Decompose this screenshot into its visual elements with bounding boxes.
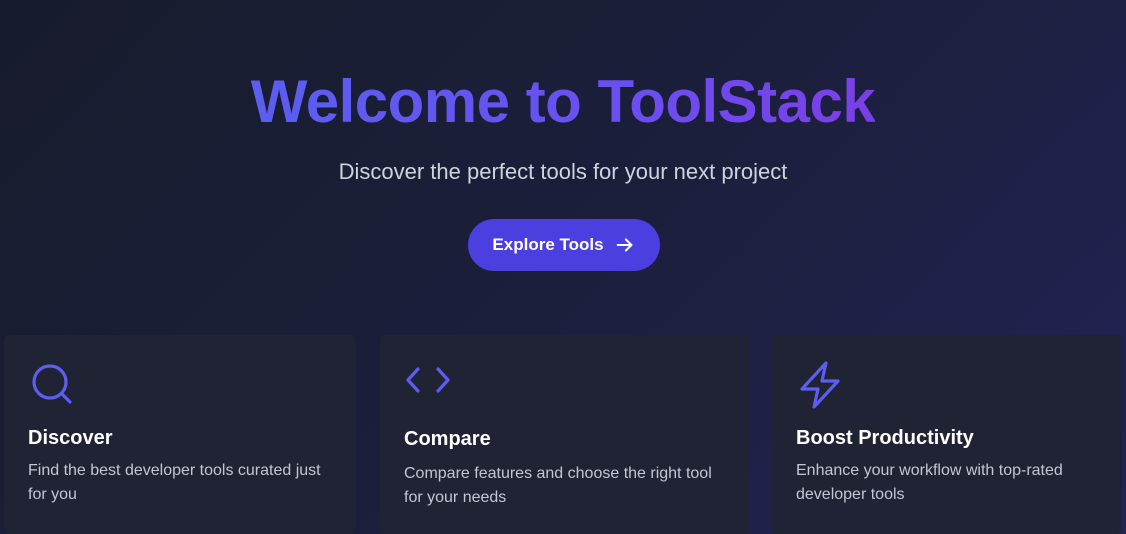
feature-description: Compare features and choose the right to… [404,465,712,506]
feature-description: Enhance your workflow with top-rated dev… [796,462,1063,503]
hero-title: Welcome to ToolStack [250,68,876,135]
explore-tools-button[interactable]: Explore Tools [468,219,660,271]
feature-title: Compare [404,428,491,450]
code-icon [404,361,452,409]
feature-title: Discover [28,427,113,449]
feature-title: Boost Productivity [796,427,974,449]
feature-card-productivity: Boost Productivity Enhance your workflow… [772,335,1122,534]
feature-card-discover: Discover Find the best developer tools c… [4,335,356,534]
feature-card-compare: Compare Compare features and choose the … [380,335,750,534]
search-icon [28,361,76,409]
explore-tools-label: Explore Tools [492,235,604,254]
arrow-right-icon [616,238,633,252]
hero-section: Welcome to ToolStack Discover the perfec… [0,0,1126,330]
feature-description: Find the best developer tools curated ju… [28,462,321,503]
lightning-icon [796,361,844,409]
hero-subtitle: Discover the perfect tools for your next… [338,159,788,184]
